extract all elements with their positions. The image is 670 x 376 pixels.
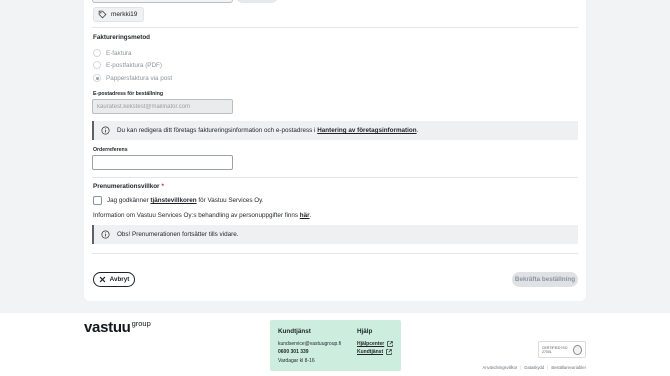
help-title: Hjälp xyxy=(357,328,373,335)
help-center-link[interactable]: Hjälpcenter xyxy=(357,340,393,349)
cancel-button-label: Avbryt xyxy=(109,276,130,283)
info-company-text: Du kan redigera ditt företags fakturerin… xyxy=(117,127,419,134)
radio-button[interactable] xyxy=(93,61,101,69)
footer-bottom-links: Användningsvillkor | Dataskydd | Beställ… xyxy=(482,365,586,370)
terms-checkbox-row[interactable]: Jag godkänner tjänstevillkoren för Vastu… xyxy=(93,196,264,205)
subscription-terms-title: Prenumerationsvillkor * xyxy=(93,183,164,190)
orderer-variables-link[interactable]: Beställarevariabler xyxy=(551,365,586,370)
info-icon xyxy=(101,126,110,135)
terms-link[interactable]: tjänstevillkoren xyxy=(150,197,196,204)
previous-button-partial[interactable] xyxy=(235,0,279,3)
data-protection-link[interactable]: Dataskydd xyxy=(524,365,544,370)
external-link-icon xyxy=(387,341,393,347)
iso-badge-text: CERTIFIED ISO 27001 xyxy=(542,345,568,354)
divider xyxy=(92,27,578,28)
order-ref-field[interactable] xyxy=(92,155,233,170)
cancel-button[interactable]: Avbryt xyxy=(93,272,135,287)
radio-email-invoice[interactable]: E-postfaktura (PDF) xyxy=(93,60,162,70)
help-column: Hjälp Hjälpcenter Kundtjänst xyxy=(357,328,393,357)
order-ref-label: Orderreferens xyxy=(93,147,128,153)
customer-service-column: Kundtjänst kundservice@vastuugroup.fi 06… xyxy=(278,328,341,365)
terms-checkbox[interactable] xyxy=(93,196,102,205)
divider xyxy=(92,253,578,254)
radio-label: E-faktura xyxy=(106,49,132,57)
radio-label: Pappersfaktura via post xyxy=(106,74,173,82)
order-form-card xyxy=(84,0,586,301)
divider xyxy=(92,177,578,178)
tag-chip: merkki19 xyxy=(93,7,145,22)
required-mark: * xyxy=(161,183,164,190)
info-notice-text: Obs! Prenumerationen fortsätter tills vi… xyxy=(117,231,239,238)
info-icon xyxy=(101,230,110,239)
vastuu-group-logo[interactable]: vastuugroup xyxy=(84,320,151,335)
privacy-info-text: Information om Vastuu Services Oy:s beha… xyxy=(93,212,312,219)
support-hours: Vardagar kl 8-16 xyxy=(278,357,315,364)
close-icon xyxy=(99,276,105,283)
radio-e-invoice[interactable]: E-faktura xyxy=(93,48,132,58)
external-link-icon xyxy=(386,349,392,356)
billing-method-title: Faktureringsmetod xyxy=(93,34,151,41)
support-phone[interactable]: 0600 301 339 xyxy=(278,348,341,357)
radio-button[interactable] xyxy=(93,49,101,57)
radio-button-selected[interactable] xyxy=(93,74,101,82)
radio-paper-invoice[interactable]: Pappersfaktura via post xyxy=(93,73,172,83)
previous-input-partial[interactable] xyxy=(92,0,233,3)
support-email[interactable]: kundservice@vastuugroup.fi xyxy=(278,340,341,349)
radio-label: E-postfaktura (PDF) xyxy=(106,61,162,69)
info-company-banner: Du kan redigera ditt företags fakturerin… xyxy=(92,121,578,140)
company-info-link[interactable]: Hantering av företagsinformation xyxy=(317,127,416,134)
email-field[interactable] xyxy=(92,99,233,114)
iso-certificate-badge: CERTIFIED ISO 27001 xyxy=(538,341,586,358)
confirm-order-button[interactable]: Bekräfta beställning xyxy=(512,272,578,287)
certificate-seal-icon xyxy=(573,344,582,355)
tag-label: merkki19 xyxy=(111,11,138,18)
terms-of-use-link[interactable]: Användningsvillkor xyxy=(482,365,517,370)
customer-service-title: Kundtjänst xyxy=(278,328,311,335)
tag-icon xyxy=(98,10,107,19)
support-box: Kundtjänst kundservice@vastuugroup.fi 06… xyxy=(270,320,401,371)
terms-text: Jag godkänner tjänstevillkoren för Vastu… xyxy=(107,197,264,204)
info-notice-banner: Obs! Prenumerationen fortsätter tills vi… xyxy=(92,225,578,244)
privacy-link[interactable]: här xyxy=(300,212,310,219)
email-field-label: E-postadress för beställning xyxy=(93,91,164,97)
customer-service-link[interactable]: Kundtjänst xyxy=(357,348,392,357)
